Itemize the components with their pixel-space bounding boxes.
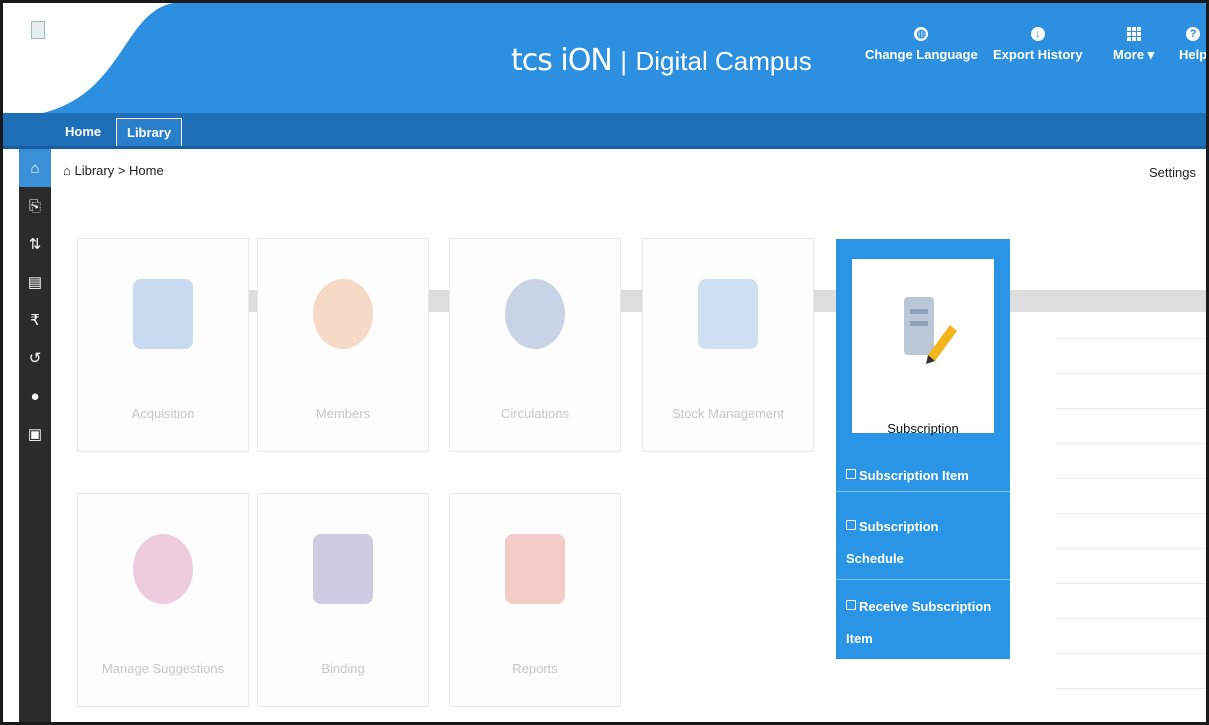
receive-subscription-item-label: Receive Subscription Item xyxy=(846,599,992,646)
left-sidebar: ⌂ ⎘ ⇅ ▤ ₹ ↺ ● ▣ xyxy=(19,149,51,722)
change-language-button[interactable]: ◍ Change Language xyxy=(865,27,978,62)
brand-logo: tcs iON xyxy=(511,43,613,78)
export-history-label: Export History xyxy=(993,47,1083,62)
currency-icon: ₹ xyxy=(30,312,40,329)
more-menu-button[interactable]: More ▾ xyxy=(1113,27,1154,63)
tile-label: Binding xyxy=(321,661,365,676)
sidebar-item-add-document[interactable]: ⎘ xyxy=(19,187,51,225)
add-document-icon: ⎘ xyxy=(28,197,41,215)
external-link-icon xyxy=(846,520,856,530)
suggestions-icon xyxy=(133,534,193,604)
tile-label: Stock Management xyxy=(671,406,784,421)
bg-table-line xyxy=(1056,583,1206,584)
bg-table-line xyxy=(1056,513,1206,514)
breadcrumb: ⌂ Library > Home xyxy=(63,163,164,178)
sidebar-item-calendar[interactable]: ▤ xyxy=(19,263,51,301)
help-icon: ? xyxy=(1186,27,1201,41)
breadcrumb-text[interactable]: Library > Home xyxy=(74,163,163,178)
bg-table-line xyxy=(1056,688,1206,689)
subscription-schedule-link[interactable]: Subscription Schedule xyxy=(846,511,966,575)
tile-label: Members xyxy=(315,406,371,421)
sidebar-item-home[interactable]: ⌂ xyxy=(19,149,51,187)
members-icon xyxy=(313,279,373,349)
tile-circulations[interactable]: Circulations xyxy=(449,238,621,452)
app-window: tcs iON | Digital Campus ◍ Change Langua… xyxy=(0,0,1209,725)
bg-table-line xyxy=(1056,443,1206,444)
tile-binding[interactable]: Binding xyxy=(257,493,429,707)
tile-reports[interactable]: Reports xyxy=(449,493,621,707)
header-wave-shape xyxy=(3,3,173,113)
bg-table-line xyxy=(1056,373,1206,374)
subscription-item-link[interactable]: Subscription Item xyxy=(846,463,1006,489)
brand-subtitle: Digital Campus xyxy=(635,46,812,76)
sidebar-item-location[interactable]: ● xyxy=(19,377,51,415)
grid-icon xyxy=(1126,27,1141,41)
broken-logo-image xyxy=(31,21,45,39)
bg-table-line xyxy=(1056,618,1206,619)
divider xyxy=(836,491,1010,492)
tile-members[interactable]: Members xyxy=(257,238,429,452)
circulations-icon xyxy=(505,279,565,349)
download-icon: ↓ xyxy=(1030,27,1045,41)
tile-label: Circulations xyxy=(501,406,569,421)
bg-table-line xyxy=(1056,478,1206,479)
help-button[interactable]: ? Help xyxy=(1179,27,1208,62)
external-link-icon xyxy=(846,469,856,479)
transfer-arrows-icon: ⇅ xyxy=(28,236,42,253)
module-tab-bar: Home Library xyxy=(3,113,1206,149)
return-icon: ↺ xyxy=(28,350,42,367)
bg-table-line xyxy=(1056,548,1206,549)
dimmed-dashboard: Acquisition Members Circulations Stock M… xyxy=(51,188,1206,722)
brand-separator: | xyxy=(620,46,628,76)
subscription-item-label: Subscription Item xyxy=(859,468,969,483)
tab-home[interactable]: Home xyxy=(55,118,111,146)
globe-icon: ◍ xyxy=(914,27,929,41)
acquisition-icon xyxy=(133,279,193,349)
help-label: Help xyxy=(1179,47,1208,62)
sidebar-item-file[interactable]: ▣ xyxy=(19,415,51,453)
calendar-icon: ▤ xyxy=(27,274,43,291)
reports-icon xyxy=(505,534,565,604)
tile-label: Acquisition xyxy=(131,406,195,421)
home-small-icon: ⌂ xyxy=(63,163,71,178)
tile-manage-suggestions[interactable]: Manage Suggestions xyxy=(77,493,249,707)
sidebar-item-transfer[interactable]: ⇅ xyxy=(19,225,51,263)
subscription-title: Subscription xyxy=(887,421,959,436)
divider xyxy=(836,579,1010,580)
subscription-tile[interactable]: Subscription xyxy=(852,259,994,436)
tile-stock-management[interactable]: Stock Management xyxy=(642,238,814,452)
bg-table-line xyxy=(1056,408,1206,409)
tab-library[interactable]: Library xyxy=(116,118,183,146)
bg-table-line xyxy=(1056,653,1206,654)
export-history-button[interactable]: ↓ Export History xyxy=(993,27,1083,62)
tile-label: Reports xyxy=(512,661,558,676)
location-pin-icon: ● xyxy=(30,387,40,405)
file-icon: ▣ xyxy=(27,426,43,443)
change-language-label: Change Language xyxy=(865,47,978,62)
external-link-icon xyxy=(846,600,856,610)
sidebar-item-currency[interactable]: ₹ xyxy=(19,301,51,339)
receive-subscription-item-link[interactable]: Receive Subscription Item xyxy=(846,591,996,655)
subscription-icon xyxy=(904,297,957,364)
home-icon: ⌂ xyxy=(30,159,40,177)
tile-label: Manage Suggestions xyxy=(101,661,225,676)
settings-link[interactable]: Settings xyxy=(1149,165,1196,180)
subscription-panel: Subscription Subscription Item Subscript… xyxy=(836,239,1010,659)
bg-table-line xyxy=(1056,338,1206,339)
binding-icon xyxy=(313,534,373,604)
tile-acquisition[interactable]: Acquisition xyxy=(77,238,249,452)
stock-management-icon xyxy=(698,279,758,349)
brand-title: tcs iON | Digital Campus xyxy=(511,43,812,78)
top-header: tcs iON | Digital Campus ◍ Change Langua… xyxy=(3,3,1208,113)
subscription-schedule-label: Subscription Schedule xyxy=(846,519,939,566)
more-label: More ▾ xyxy=(1113,47,1155,62)
sidebar-item-return[interactable]: ↺ xyxy=(19,339,51,377)
